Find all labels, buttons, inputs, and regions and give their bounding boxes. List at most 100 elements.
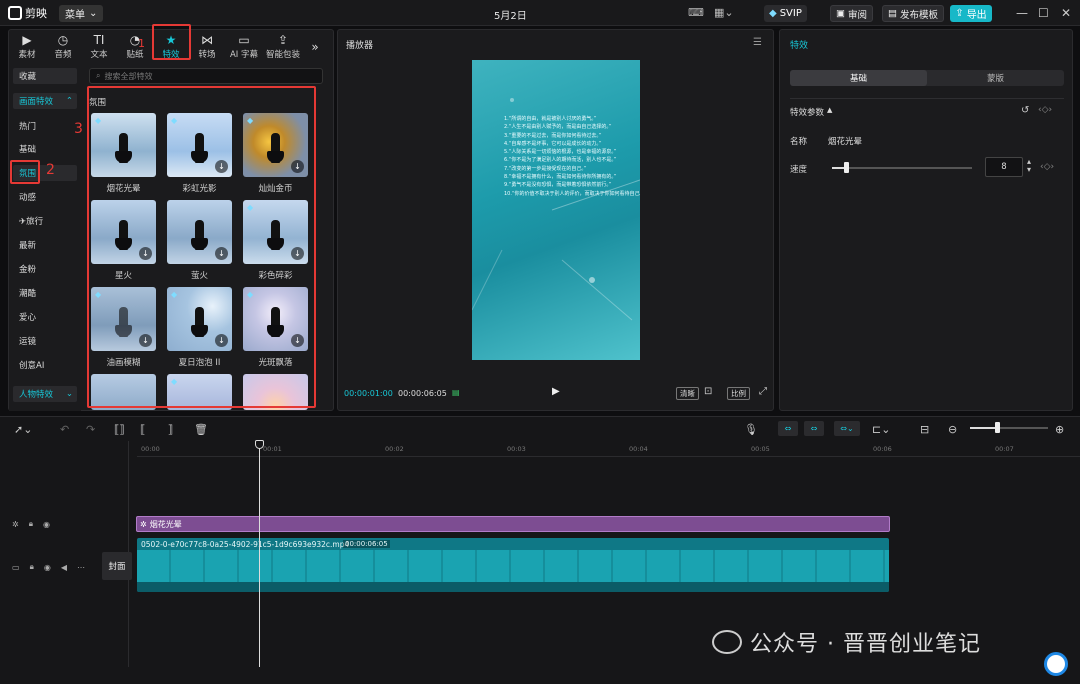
keyboard-icon[interactable]: ⌨ bbox=[688, 6, 704, 19]
close-icon[interactable]: ✕ bbox=[1061, 6, 1071, 20]
export-icon: ⇪ bbox=[955, 8, 964, 19]
double-chevron-right-icon: » bbox=[311, 39, 319, 54]
category-favorites[interactable]: 收藏 bbox=[13, 68, 77, 84]
params-section-header[interactable]: 特效参数 ▲ bbox=[790, 106, 832, 118]
category-camera-move[interactable]: 运镜 bbox=[13, 333, 77, 349]
maximize-icon[interactable]: ☐ bbox=[1038, 6, 1049, 20]
reset-icon[interactable]: ↺ bbox=[1021, 105, 1029, 116]
category-gold-dust[interactable]: 金粉 bbox=[13, 261, 77, 277]
preview-axis-icon[interactable]: ⊏⌄ bbox=[872, 423, 890, 436]
publish-template-button[interactable]: ▤ 发布模板 bbox=[882, 5, 944, 22]
effect-clip-label: ✲ 烟花光晕 bbox=[140, 519, 182, 530]
undo-icon[interactable]: ↶ bbox=[60, 423, 69, 436]
tab-text[interactable]: TI 文本 bbox=[81, 30, 117, 63]
select-cursor-icon[interactable]: ➚⌄ bbox=[14, 423, 32, 436]
more-icon[interactable]: ⋯ bbox=[77, 563, 85, 572]
time-ruler[interactable]: 00:00 00:01 00:02 00:03 00:04 00:05 00:0… bbox=[137, 443, 1080, 457]
lock-icon[interactable]: 🔒︎ bbox=[29, 519, 33, 529]
category-love[interactable]: 爱心 bbox=[13, 309, 77, 325]
fullscreen-icon[interactable]: ⤢ bbox=[759, 386, 767, 397]
tab-sticker[interactable]: ◔ 贴纸 bbox=[117, 30, 153, 63]
tab-audio[interactable]: ◷ 音频 bbox=[45, 30, 81, 63]
keyframe-nav-icon[interactable]: ‹◇› bbox=[1038, 105, 1052, 115]
transition-icon: ⋈ bbox=[201, 32, 213, 47]
layout-icon[interactable]: ▦⌄ bbox=[714, 6, 734, 19]
category-basic[interactable]: 基础 bbox=[13, 141, 77, 157]
category-travel[interactable]: ✈旅行 bbox=[13, 213, 77, 229]
media-icon: ▶ bbox=[22, 32, 32, 47]
split-right-icon[interactable]: ⟧ bbox=[168, 423, 173, 436]
video-clip[interactable]: 0502-0-e70c77c8-0a25-4902-91c5-1d9c693e9… bbox=[137, 538, 889, 592]
zoom-in-icon[interactable]: ⊕ bbox=[1055, 423, 1064, 436]
tab-mask[interactable]: 蒙版 bbox=[927, 70, 1064, 86]
effects-search-input[interactable]: ⌕ 搜索全部特效 bbox=[89, 68, 323, 84]
video-clip-duration: 00:00:06:05 bbox=[343, 540, 390, 548]
video-preview[interactable]: 1.“所谓的自由，就是被别人讨厌的勇气。” 2.“人生不是由别人赋予的，而是由自… bbox=[472, 60, 640, 360]
ruler-tick: 00:01 bbox=[263, 445, 282, 453]
category-creative-ai[interactable]: 创意AI bbox=[13, 357, 77, 373]
zoom-slider-handle[interactable] bbox=[995, 422, 1000, 433]
category-dynamic[interactable]: 动感 bbox=[13, 189, 77, 205]
export-button[interactable]: ⇪ 导出 bbox=[950, 5, 992, 22]
speed-slider[interactable] bbox=[832, 167, 972, 169]
speed-slider-handle[interactable] bbox=[844, 162, 849, 173]
keyframe-nav-icon[interactable]: ‹◇› bbox=[1040, 162, 1054, 172]
cover-button[interactable]: 封面 bbox=[102, 552, 132, 580]
floating-assistant-icon[interactable] bbox=[1044, 652, 1068, 676]
audio-meter-icon: ▤ bbox=[452, 388, 460, 397]
playhead-handle[interactable] bbox=[255, 440, 264, 449]
project-title: 5月2日 bbox=[494, 11, 527, 22]
eye-icon[interactable]: ◉ bbox=[43, 520, 50, 529]
split-left-icon[interactable]: ⟦ bbox=[140, 423, 145, 436]
ratio-button[interactable]: 比例 bbox=[727, 387, 750, 400]
ruler-tick: 00:00 bbox=[141, 445, 160, 453]
tab-media[interactable]: ▶ 素材 bbox=[9, 30, 45, 63]
quality-button[interactable]: 清晰 bbox=[676, 387, 699, 400]
speed-input[interactable]: 8 bbox=[985, 157, 1023, 177]
eye-icon[interactable]: ◉ bbox=[44, 563, 51, 572]
delete-icon[interactable]: 🗑 bbox=[194, 423, 208, 436]
screenshot-icon[interactable]: ⊡ bbox=[704, 386, 712, 397]
tab-label: 智能包装 bbox=[265, 49, 300, 60]
tab-basic[interactable]: 基础 bbox=[790, 70, 927, 86]
playhead-line[interactable] bbox=[259, 441, 260, 667]
category-latest[interactable]: 最新 bbox=[13, 237, 77, 253]
caption-icon[interactable]: ⊟ bbox=[920, 423, 929, 436]
minimize-icon[interactable]: — bbox=[1016, 6, 1028, 20]
current-time: 00:00:01:00 bbox=[344, 389, 393, 398]
zoom-out-icon[interactable]: ⊖ bbox=[948, 423, 957, 436]
export-label: 导出 bbox=[966, 10, 987, 21]
tab-label: AI 字幕 bbox=[229, 49, 259, 60]
annotation-box-grid bbox=[87, 86, 316, 408]
ruler-tick: 00:04 bbox=[629, 445, 648, 453]
play-icon[interactable]: ▶ bbox=[552, 386, 560, 397]
tab-smart-package[interactable]: ⇪ 智能包装 bbox=[263, 30, 303, 63]
lock-icon[interactable]: 🔒︎ bbox=[30, 562, 34, 572]
category-group-screen-effects[interactable]: 画面特效 ⌃ bbox=[13, 93, 77, 109]
linkage-button[interactable]: ⇔⌄ bbox=[834, 421, 860, 436]
split-icon[interactable]: ⟦⟧ bbox=[114, 423, 125, 436]
category-trendy[interactable]: 潮酷 bbox=[13, 285, 77, 301]
vip-button[interactable]: ◆ SVIP bbox=[764, 5, 807, 22]
tab-transition[interactable]: ⋈ 转场 bbox=[189, 30, 225, 63]
menu-button[interactable]: 菜单 ⌄ bbox=[59, 5, 104, 22]
category-group-people-effects[interactable]: 人物特效 ⌄ bbox=[13, 386, 77, 402]
dandelion-streaks bbox=[472, 98, 640, 321]
microphone-icon[interactable]: 🎙 bbox=[744, 423, 758, 436]
main-track-magnet-button[interactable]: ⇔ bbox=[778, 421, 798, 436]
redo-icon[interactable]: ↷ bbox=[86, 423, 95, 436]
auto-snap-button[interactable]: ⇔ bbox=[804, 421, 824, 436]
more-tabs-button[interactable]: » bbox=[303, 30, 327, 63]
ruler-tick: 00:03 bbox=[507, 445, 526, 453]
chevron-down-icon: ⌄ bbox=[65, 389, 73, 399]
hamburger-menu-icon[interactable]: ☰ bbox=[753, 37, 762, 48]
stepper-icon[interactable]: ▴ ▾ bbox=[1027, 158, 1031, 174]
tab-ai-caption[interactable]: ▭ AI 字幕 bbox=[225, 30, 263, 63]
speaker-icon[interactable]: ◀︎ bbox=[61, 563, 67, 572]
watermark: 公众号 · 晋晋创业笔记 bbox=[712, 626, 981, 658]
category-hot[interactable]: 热门 bbox=[13, 118, 77, 134]
audio-icon: ◷ bbox=[57, 32, 69, 47]
review-button[interactable]: ▣ 审阅 bbox=[830, 5, 873, 22]
effect-clip[interactable] bbox=[136, 516, 890, 532]
publish-label: 发布模板 bbox=[899, 9, 938, 21]
